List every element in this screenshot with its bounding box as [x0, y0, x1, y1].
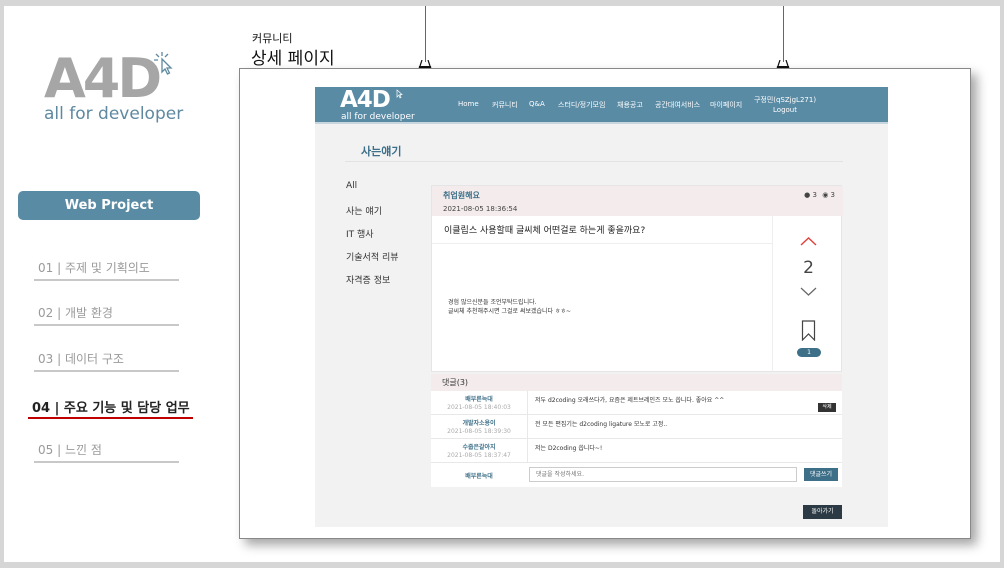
comment-text: 저두 d2coding 오래쓰다가, 요즘은 제트브레인즈 모노 씁니다. 좋아… [535, 397, 725, 404]
comment-row: 배부른늑대 2021-08-05 18:40:03 저두 d2coding 오래… [431, 391, 842, 415]
post-body: 경험 많으신분들 조언부탁드립니다. 글씨체 추천해주시면 그걸로 써보겠습니다… [448, 298, 571, 316]
hanging-wire-left [425, 6, 426, 62]
user-name: 구정민(qSZjgL271) [753, 96, 817, 104]
comment-input[interactable] [529, 467, 797, 482]
comment-date: 2021-08-05 18:40:03 [447, 404, 511, 411]
page-title: 상세 페이지 [251, 49, 335, 69]
post-body-line: 글씨체 추천해주시면 그걸로 써보겠습니다 ㅎㅎ~ [448, 308, 572, 315]
current-user-name: 배부른늑대 [465, 473, 493, 480]
menu-item-reflection[interactable]: 05 | 느낀 점 [34, 441, 179, 463]
comment-icon: ● [804, 191, 811, 199]
site-logo-tagline: all for developer [341, 112, 415, 122]
back-button[interactable]: 돌아가기 [803, 505, 842, 519]
post-date: 2021-08-05 18:36:54 [443, 205, 518, 213]
divider [345, 161, 843, 162]
divider [527, 415, 528, 439]
logo-tagline: all for developer [44, 104, 184, 124]
cursor-click-icon [396, 89, 403, 99]
comments-section: 댓글(3) 배부른늑대 2021-08-05 18:40:03 저두 d2cod… [431, 374, 842, 494]
comment-row: 수줍은갈아지 2021-08-05 18:37:47 저는 D2coding 씁… [431, 439, 842, 463]
cursor-click-icon [154, 52, 173, 75]
post-detail: 취업원해요 2021-08-05 18:36:54 ● 3 ◉ 3 이클립스 사… [431, 185, 843, 373]
comment-row: 개발자소용이 2021-08-05 18:39:30 전 모든 편집기는 d2c… [431, 415, 842, 439]
bookmark-icon[interactable] [801, 320, 816, 341]
menu-item-data-structure[interactable]: 03 | 데이터 구조 [34, 350, 179, 372]
upvote-chevron-icon[interactable] [800, 236, 817, 246]
category-book-review[interactable]: 기술서적 리뷰 [346, 250, 399, 263]
post-category: 취업원해요 [443, 191, 480, 200]
nav-mypage[interactable]: 마이페이지 [710, 100, 742, 110]
post-stats: ● 3 ◉ 3 [804, 191, 835, 199]
comment-author[interactable]: 개발자소용이 [431, 418, 527, 427]
nav-space-rental[interactable]: 공간대여서비스 [655, 100, 700, 110]
site-screenshot: A4D all for developer Home 커뮤니티 Q&A 스터디/… [315, 87, 888, 527]
site-logo[interactable]: A4D [340, 88, 391, 112]
comments-title: 댓글(3) [431, 374, 842, 391]
post-header: 취업원해요 2021-08-05 18:36:54 ● 3 ◉ 3 [432, 186, 843, 216]
divider [432, 243, 772, 244]
nav-home[interactable]: Home [458, 100, 479, 108]
comment-form: 배부른늑대 댓글쓰기 [431, 463, 842, 487]
delete-comment-button[interactable]: 삭제 [818, 403, 836, 412]
comment-text: 전 모든 편집기는 d2coding ligature 모노로 고정.. [535, 421, 668, 428]
eye-icon: ◉ [822, 191, 829, 199]
category-all[interactable]: All [346, 181, 357, 191]
menu-item-environment[interactable]: 02 | 개발 환경 [34, 304, 179, 326]
nav-qna[interactable]: Q&A [529, 100, 545, 108]
board-title: 사는얘기 [361, 145, 402, 158]
nav-jobs[interactable]: 채용공고 [617, 100, 643, 110]
post-body-line: 경험 많으신분들 조언부탁드립니다. [448, 299, 537, 306]
nav-study[interactable]: 스터디/정기모임 [558, 100, 605, 110]
nav-community[interactable]: 커뮤니티 [492, 100, 518, 110]
user-info: 구정민(qSZjgL271) Logout [753, 95, 817, 115]
bookmark-count: 1 [797, 348, 821, 357]
comment-count: 3 [812, 191, 817, 199]
menu-item-topic[interactable]: 01 | 주제 및 기획의도 [34, 259, 179, 281]
downvote-chevron-icon[interactable] [800, 287, 817, 297]
comment-text: 저는 D2coding 씁니다~! [535, 445, 603, 452]
vote-panel: 2 1 [772, 216, 843, 373]
category-certificates[interactable]: 자격증 정보 [346, 273, 390, 286]
category-it-events[interactable]: IT 행사 [346, 227, 374, 240]
submit-comment-button[interactable]: 댓글쓰기 [804, 468, 838, 481]
comment-author[interactable]: 배부른늑대 [431, 394, 527, 403]
menu-item-features[interactable]: 04 | 주요 기능 및 담당 업무 [28, 397, 193, 419]
comment-author[interactable]: 수줍은갈아지 [431, 442, 527, 451]
a4d-logo: A4D all for developer [44, 52, 194, 125]
post-title: 이클립스 사용할때 글씨체 어떤걸로 하는게 좋을까요? [444, 226, 646, 236]
divider [527, 439, 528, 463]
category-life[interactable]: 사는 얘기 [346, 204, 382, 217]
comment-date: 2021-08-05 18:39:30 [447, 428, 511, 435]
divider [527, 391, 528, 415]
comment-date: 2021-08-05 18:37:47 [447, 452, 511, 459]
vote-count: 2 [803, 258, 814, 278]
view-count: 3 [830, 191, 835, 199]
site-navbar: A4D all for developer Home 커뮤니티 Q&A 스터디/… [315, 87, 888, 124]
logout-link[interactable]: Logout [753, 105, 817, 115]
web-project-button[interactable]: Web Project [18, 191, 200, 220]
hanging-wire-right [783, 6, 784, 62]
